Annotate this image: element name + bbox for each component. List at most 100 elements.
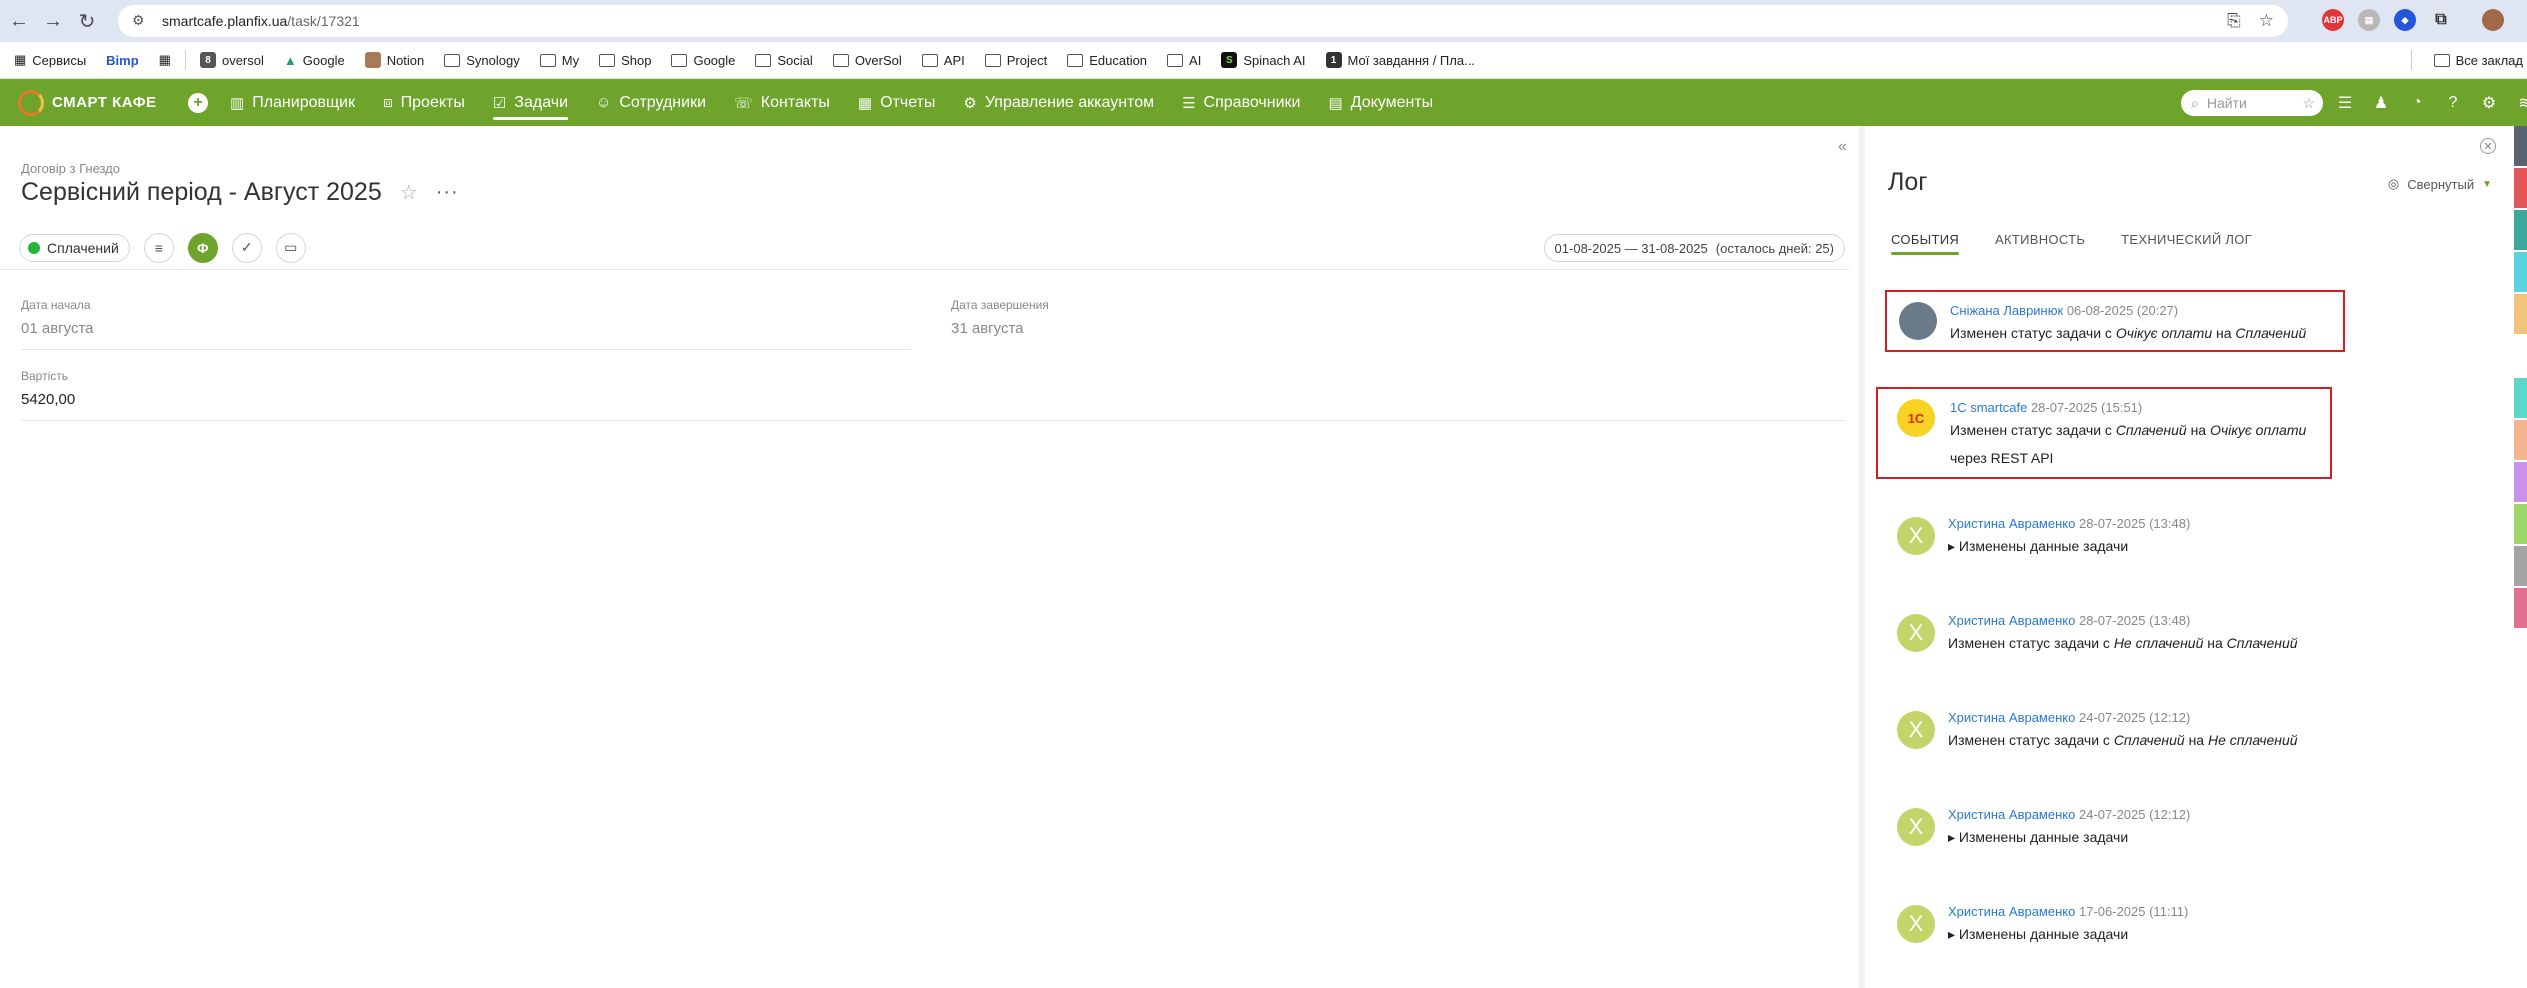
bookmark-google-drive[interactable]: ▲ Google <box>274 53 355 68</box>
help-icon[interactable]: ? <box>2442 94 2464 112</box>
author-link[interactable]: Христина Авраменко <box>1948 807 2075 822</box>
avatar-1c[interactable]: 1C <box>1897 399 1935 437</box>
expand-details[interactable]: ▸ Изменены данные задачи <box>1948 829 2128 846</box>
color-tag[interactable] <box>2514 168 2527 208</box>
planfix-action-icon[interactable]: Φ <box>187 232 218 263</box>
avatar[interactable] <box>1899 302 1937 340</box>
favorite-star-icon[interactable]: ☆ <box>400 180 418 205</box>
checklist-icon[interactable]: ✓ <box>231 232 262 263</box>
color-tag[interactable] <box>2514 252 2527 292</box>
bookmark-synology[interactable]: Synology <box>434 53 529 68</box>
author-link[interactable]: Сніжана Лавринюк <box>1950 303 2063 318</box>
reload-icon[interactable]: ↻ <box>70 4 104 38</box>
bookmark-spinach[interactable]: S Spinach AI <box>1211 52 1315 68</box>
avatar[interactable]: X <box>1897 905 1935 943</box>
color-tag[interactable] <box>2514 210 2527 250</box>
bookmark-oversol-folder[interactable]: OverSol <box>823 53 912 68</box>
bookmark-services[interactable]: ▦ Сервисы <box>0 52 96 68</box>
install-app-icon[interactable]: ⎘ <box>2227 11 2241 31</box>
settings-icon[interactable]: ⚙ <box>2478 93 2500 113</box>
color-tag[interactable] <box>2514 504 2527 544</box>
author-link[interactable]: Христина Авраменко <box>1948 904 2075 919</box>
bookmark-my[interactable]: My <box>530 53 589 68</box>
person-icon[interactable]: ♟ <box>2370 93 2392 113</box>
menu-reports[interactable]: ▦ Отчеты <box>858 79 936 126</box>
bookmark-oversol[interactable]: 8 oversol <box>190 52 274 68</box>
extension-icon[interactable]: ▤ <box>2358 9 2380 31</box>
menu-documents[interactable]: ▤ Документы <box>1328 79 1433 126</box>
app-logo[interactable]: СМАРТ КАФЕ <box>0 89 188 116</box>
bookmark-project[interactable]: Project <box>975 53 1057 68</box>
author-link[interactable]: Христина Авраменко <box>1948 613 2075 628</box>
adblock-extension-icon[interactable]: ABP <box>2322 9 2344 31</box>
search-input[interactable]: ⌕ Найти ☆ <box>2181 90 2323 116</box>
menu-directories[interactable]: ☰ Справочники <box>1182 79 1300 126</box>
field-end-date[interactable]: Дата завершения 31 августа <box>951 298 1841 349</box>
cost-value: 5420,00 <box>21 391 1844 421</box>
bookmark-api[interactable]: API <box>912 53 975 68</box>
collapse-panel-icon[interactable]: « <box>1838 138 1847 156</box>
bookmarks-bar: ▦ Сервисы Bimp ▦ 8 oversol ▲ Google Notion … <box>0 42 2527 79</box>
menu-tasks[interactable]: ☑ Задачи <box>492 79 569 126</box>
breadcrumb[interactable]: Договір з Гнездо <box>21 161 120 176</box>
description-icon[interactable]: ≡ <box>143 232 174 263</box>
all-bookmarks[interactable]: Все заклад <box>2424 53 2523 68</box>
tab-events[interactable]: СОБЫТИЯ <box>1891 232 1960 255</box>
field-start-date[interactable]: Дата начала 01 августа <box>21 298 911 350</box>
address-bar[interactable]: ⚙ smartcafe.planfix.ua/task/17321 ⎘ ☆ <box>118 5 2288 37</box>
back-icon[interactable]: ← <box>2 4 36 38</box>
profile-avatar[interactable] <box>2482 9 2504 31</box>
tab-activity[interactable]: АКТИВНОСТЬ <box>1995 232 2085 255</box>
color-tag[interactable] <box>2514 294 2527 334</box>
shield-extension-icon[interactable]: ◆ <box>2394 9 2416 31</box>
author-link[interactable]: Христина Авраменко <box>1948 710 2075 725</box>
bookmark-social[interactable]: Social <box>745 53 822 68</box>
avatar[interactable]: X <box>1897 711 1935 749</box>
hamburger-menu-icon[interactable]: ☰ <box>2334 93 2356 113</box>
author-link[interactable]: 1С smartcafe <box>1950 400 2027 415</box>
author-link[interactable]: Христина Авраменко <box>1948 516 2075 531</box>
bookmark-bimp[interactable]: Bimp <box>96 53 149 68</box>
color-tag[interactable] <box>2514 126 2527 166</box>
bookmark-grid[interactable]: ▦ <box>149 52 181 68</box>
bookmark-shop[interactable]: Shop <box>589 53 661 68</box>
expand-details[interactable]: ▸ Изменены данные задачи <box>1948 926 2128 943</box>
favorite-star-icon[interactable]: ☆ <box>2302 95 2315 112</box>
color-tag[interactable] <box>2514 588 2527 628</box>
avatar[interactable]: X <box>1897 517 1935 555</box>
color-tag[interactable] <box>2514 420 2527 460</box>
bookmark-ai[interactable]: AI <box>1157 53 1211 68</box>
bookmark-tasks[interactable]: 1 Мої завдання / Пла... <box>1316 52 1485 68</box>
field-cost[interactable]: Вартість 5420,00 <box>21 369 1844 421</box>
forward-icon[interactable]: → <box>36 4 70 38</box>
menu-account[interactable]: ⚙ Управление аккаунтом <box>963 79 1154 126</box>
clock-icon[interactable]: ◔ <box>2406 94 2428 112</box>
avatar[interactable]: X <box>1897 808 1935 846</box>
extensions-puzzle-icon[interactable]: ⧉ <box>2430 9 2452 31</box>
status-badge[interactable]: Сплачений <box>19 233 130 262</box>
log-mode-dropdown[interactable]: ◎ Свернутый ▼ <box>2388 176 2492 192</box>
more-options-icon[interactable]: ··· <box>436 181 459 204</box>
expand-details[interactable]: ▸ Изменены данные задачи <box>1948 538 2128 555</box>
task-title[interactable]: Сервісний період - Август 2025 <box>21 178 382 207</box>
date-range-badge[interactable]: 01-08-2025 — 31-08-2025 (осталось дней: … <box>1543 234 1845 262</box>
add-icon[interactable]: + <box>188 92 208 113</box>
menu-contacts[interactable]: ☏ Контакты <box>734 79 830 126</box>
menu-employees[interactable]: ☺ Сотрудники <box>596 79 706 126</box>
bookmark-notion[interactable]: Notion <box>355 52 435 68</box>
tab-tech-log[interactable]: ТЕХНИЧЕСКИЙ ЛОГ <box>2121 232 2252 255</box>
layers-icon[interactable]: ≋ <box>2514 93 2527 113</box>
contacts-icon: ☏ <box>734 94 753 112</box>
menu-projects[interactable]: ⧈ Проекты <box>383 79 465 126</box>
menu-planner[interactable]: ▥ Планировщик <box>230 79 355 126</box>
color-tag[interactable] <box>2514 378 2527 418</box>
avatar[interactable]: X <box>1897 614 1935 652</box>
bookmark-education[interactable]: Education <box>1057 53 1157 68</box>
bookmark-star-icon[interactable]: ☆ <box>2259 11 2274 31</box>
color-tag[interactable] <box>2514 546 2527 586</box>
close-icon[interactable]: ✕ <box>2480 138 2496 154</box>
site-info-icon[interactable]: ⚙ <box>132 12 150 30</box>
bookmark-google[interactable]: Google <box>661 53 745 68</box>
color-tag[interactable] <box>2514 462 2527 502</box>
comment-icon[interactable]: ▭ <box>275 232 306 263</box>
